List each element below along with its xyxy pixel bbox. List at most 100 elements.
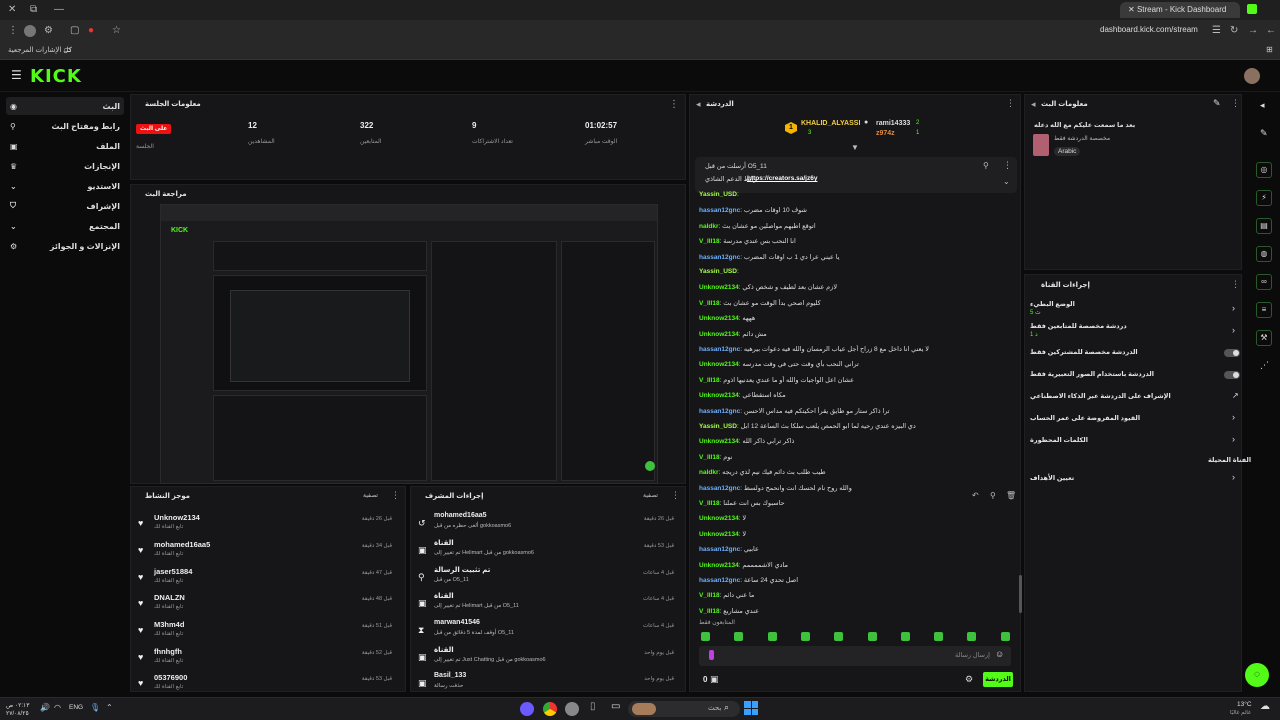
hamburger-menu-icon[interactable]: ☰ [11, 68, 22, 82]
list-item[interactable]: ♥ 05376900 تابع القناة لك قبل 53 دقيقة [138, 672, 400, 698]
chat-username[interactable]: V_lll18 [699, 608, 720, 615]
rail-button-list[interactable]: ≡ [1256, 302, 1272, 318]
gift-icon[interactable]: ▣ [710, 674, 719, 685]
chevron-up-icon[interactable]: ⌃ [106, 703, 113, 712]
chat-username[interactable]: V_lll18 [699, 238, 720, 245]
pinned-message[interactable]: أرسلت من قبل O5_11 رابط الدعم الشاذي htt… [695, 157, 1017, 193]
chat-message[interactable]: Unknow2134: تراني النحب بأي وقت حتى في و… [699, 360, 1017, 368]
chat-message[interactable]: V_lll18: كليوم اصحي بدأ الوقت مو عشان بث [699, 299, 1017, 307]
chrome-alt-icon[interactable] [565, 702, 579, 716]
chat-message[interactable]: Unknow2134: مكاه استقطاعي [699, 391, 1017, 399]
back-icon[interactable]: ← [1266, 21, 1276, 41]
chat-message[interactable]: Unknow2134: هههه [699, 314, 1017, 322]
star-icon[interactable]: ☆ [112, 21, 121, 41]
emote-icon[interactable] [934, 632, 944, 641]
edit-icon[interactable]: ✎ [1260, 128, 1268, 139]
chat-message[interactable]: V_lll18: انا النحب بس عندي مدرسة [699, 237, 1017, 245]
leader-name[interactable]: rami14333 [876, 120, 910, 127]
chat-username[interactable]: Unknow2134 [699, 361, 739, 368]
list-item[interactable]: ♥ Unknow2134 تابع القناة لك قبل 26 دقيقة [138, 512, 400, 538]
more-icon[interactable]: ⋮ [669, 99, 679, 110]
chat-username[interactable]: hassan12gnc [699, 485, 740, 492]
chat-input[interactable]: إرسال رسالة ☺ [699, 646, 1011, 666]
record-icon[interactable]: ● [88, 21, 94, 41]
table-row[interactable]: ⚲ تم تثبيت الرسالة من قبل O5_11 قبل 4 سا… [416, 566, 682, 592]
chat-username[interactable]: Yassin_USD [699, 191, 737, 198]
chat-message[interactable]: V_lll18: عندي مشاريع [699, 607, 1017, 615]
help-chat-button[interactable]: ◌ [1245, 663, 1269, 687]
leader-name[interactable]: z974z [876, 130, 895, 137]
ai-moderation-row[interactable]: الإشراف على الدردشة عبر الذكاء الاصطناعي… [1030, 391, 1242, 404]
language-indicator[interactable]: ENG [69, 704, 83, 711]
chat-username[interactable]: Unknow2134 [699, 284, 739, 291]
pinned-link[interactable]: https://creators.sa/jz6y [747, 175, 817, 182]
apps-icon[interactable]: ⊞ [1266, 45, 1273, 54]
forward-icon[interactable]: → [1248, 21, 1258, 41]
subs-only-row[interactable]: الدردشة مخصصة للمشتركين فقط [1030, 348, 1242, 360]
sidebar-item-stream-key[interactable]: ⚲ رابط ومفتاح البث [6, 117, 124, 135]
sidebar-item-community[interactable]: ⌄ المجتمع [6, 217, 124, 235]
chat-scrollbar[interactable] [1019, 575, 1022, 613]
chat-username[interactable]: V_lll18 [699, 454, 720, 461]
chat-username[interactable]: hassan12gnc [699, 207, 740, 214]
chat-message[interactable]: Yassin_USD: [699, 191, 1017, 198]
sidebar-item-moderation[interactable]: ⛉ الإشراف [6, 197, 124, 215]
chat-message[interactable]: Unknow2134: ذاكر ترابي ذاكر الله [699, 437, 1017, 445]
chat-message[interactable]: Unknow2134: لا [699, 514, 1017, 522]
stream-video[interactable]: KICK [160, 204, 658, 484]
kick-logo[interactable]: KICK [30, 66, 82, 87]
collapse-icon[interactable]: ◂ [1031, 99, 1036, 110]
mic-icon[interactable] [709, 650, 714, 660]
emote-icon[interactable] [900, 632, 910, 641]
taskview-icon[interactable]: ▭ [611, 701, 620, 712]
chat-message[interactable]: V_lll18: عشان اعل الواجبات والله أو ما ع… [699, 376, 1017, 384]
extensions-icon[interactable]: ⚙ [44, 21, 53, 41]
chat-username[interactable]: hassan12gnc [699, 546, 740, 553]
share-icon[interactable]: ⋰ [1260, 360, 1269, 371]
followers-only-row[interactable]: دردشة مخصصة للمتابعين فقط 1 د › [1030, 322, 1242, 340]
rail-button-camera[interactable]: ◎ [1256, 162, 1272, 178]
chat-username[interactable]: Unknow2134 [699, 315, 739, 322]
app-icon[interactable] [520, 702, 534, 716]
table-row[interactable]: ⧗ marwan41546 أوقف لمدة 5 دقائق من قبل O… [416, 619, 682, 645]
chat-message[interactable]: V_lll18: نوم [699, 453, 1017, 461]
chat-username[interactable]: V_lll18 [699, 592, 720, 599]
rail-button-link[interactable]: ∞ [1256, 274, 1272, 290]
pin-icon[interactable]: ⚲ [983, 161, 989, 170]
filter-button[interactable]: تصفية [643, 492, 658, 499]
chat-message[interactable]: Unknow2134: مش دائم [699, 330, 1017, 338]
list-item[interactable]: ♥ M3hm4d تابع القناة لك قبل 51 دقيقة [138, 619, 400, 645]
emote-only-toggle[interactable] [1224, 371, 1240, 379]
send-chat-button[interactable]: الدردشة [983, 672, 1013, 687]
chat-username[interactable]: naldkr [699, 469, 719, 476]
extension-icon[interactable]: ▢ [70, 21, 79, 41]
chat-message[interactable]: naldkr: طيب طلب بث دائم فيك نيم لذي دريج… [699, 468, 1017, 476]
emote-icon[interactable] [734, 632, 744, 641]
minimize-icon[interactable]: — [54, 0, 64, 20]
slow-mode-row[interactable]: الوضع البطيء 5 ث › [1030, 300, 1242, 318]
more-icon[interactable]: ⋮ [391, 490, 400, 501]
chat-message[interactable]: hassan12gnc: لا يعني انا داخل مع 8 زراح … [699, 345, 1017, 353]
tune-icon[interactable]: ☰ [1212, 21, 1221, 41]
avatar[interactable] [1244, 68, 1260, 84]
wifi-icon[interactable]: ◠ [54, 703, 61, 712]
bookmarks-label[interactable]: كل الإشارات المرجعية [8, 46, 72, 54]
chat-message[interactable]: hassan12gnc: ترا ذاكر ستار مو طايق يقرأ … [699, 407, 1017, 415]
chat-username[interactable]: V_lll18 [699, 377, 720, 384]
restore-icon[interactable]: ⧉ [30, 0, 37, 20]
chat-message[interactable]: hassan12gnc: اصل تحدي 24 ساعة [699, 576, 1017, 584]
browser-tab-active[interactable]: ✕ Stream - Kick Dashboard [1120, 2, 1240, 18]
table-row[interactable]: ↺ mohamed16aa5 ألغى حظره من قبل gokkoasm… [416, 512, 682, 538]
tab-close-icon[interactable]: ✕ [1128, 5, 1135, 14]
leader-name[interactable]: KHALID_ALYASSI [801, 120, 860, 127]
chevron-down-icon[interactable]: ▼ [851, 143, 859, 152]
list-item[interactable]: ♥ jaser51884 تابع القناة لك قبل 47 دقيقة [138, 566, 400, 592]
rail-button-doc[interactable]: ▤ [1256, 218, 1272, 234]
emote-icon[interactable] [767, 632, 777, 641]
sidebar-item-studio[interactable]: ⌄ الاستديو [6, 177, 124, 195]
weather-desc[interactable]: غائم غالبًا [1230, 710, 1251, 716]
more-icon[interactable]: ⋮ [1231, 279, 1240, 290]
account-age-row[interactable]: القيود المفروضة على عمر الحساب › [1030, 412, 1242, 426]
subs-only-toggle[interactable] [1224, 349, 1240, 357]
clock-date[interactable]: ٢٧/٠٨/٢٥ [6, 710, 29, 717]
